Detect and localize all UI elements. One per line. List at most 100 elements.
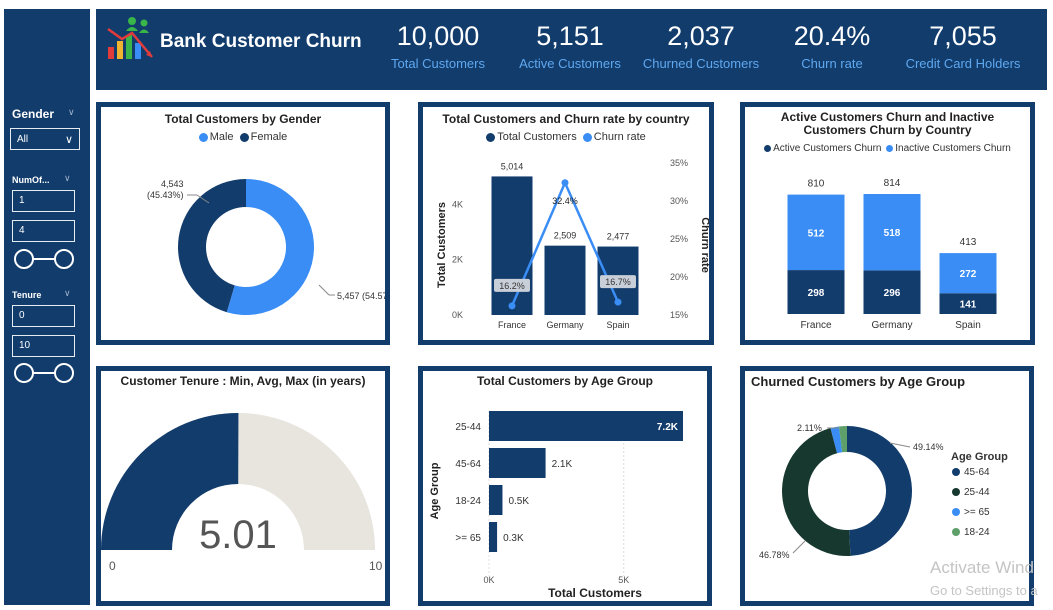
legend-label: >= 65 (964, 507, 990, 518)
chevron-down-icon[interactable]: ∨ (68, 107, 75, 118)
kpi-value: 20.4% (793, 21, 871, 51)
tenure-max-input[interactable]: 10 (12, 335, 75, 357)
data-label: (45.43%) (147, 190, 184, 200)
filter-sidebar: Gender ∨ All ∨ NumOf... ∨ 1 4 Tenure ∨ 0… (4, 9, 90, 605)
y2-tick-label: 25% (670, 234, 688, 244)
legend-label: Female (250, 131, 288, 143)
y-tick-label: >= 65 (455, 533, 481, 544)
country-chart-card: Total Customers and Churn rate by countr… (418, 102, 714, 345)
bar-total-customers (491, 176, 533, 315)
bar-value-label: 5,014 (501, 161, 524, 171)
bar-age-group (489, 411, 683, 441)
chevron-down-icon: ∨ (64, 133, 73, 146)
gauge-min-label: 0 (109, 559, 116, 573)
bar-total-customers (544, 245, 586, 315)
total-value-label: 810 (808, 179, 825, 190)
chart-legend: Male Female (101, 131, 385, 143)
kpi-label: Credit Card Holders (905, 56, 1021, 71)
dashboard-title: Bank Customer Churn (160, 31, 362, 52)
legend-label: Total Customers (497, 131, 577, 143)
bar-age-group (489, 522, 498, 552)
numof-slider-max-handle[interactable] (54, 249, 74, 269)
point-churn-rate (614, 298, 622, 306)
legend-swatch (952, 468, 960, 476)
y-tick-label: 18-24 (455, 496, 481, 507)
legend-swatch (198, 132, 208, 142)
gender-donut-chart: 5,457 (54.57%) 4,543(45.43%) (147, 179, 385, 315)
activate-windows-watermark: Activate Wind (930, 558, 1034, 577)
age-group-chart-card: Total Customers by Age Group 25-44 7.2K 45… (418, 366, 712, 606)
numof-max-input[interactable]: 4 (12, 220, 75, 242)
tenure-slider-min-handle[interactable] (14, 363, 34, 383)
y-tick-label: 25-44 (455, 422, 481, 433)
line-value-label: 16.2% (499, 281, 525, 291)
active-churn-stacked-chart: 298 512 810 France 296 518 814 Germany 141 272 413… (787, 178, 997, 331)
kpi-label: Total Customers (391, 56, 485, 71)
legend-label: Male (209, 131, 234, 143)
gender-filter-label: Gender (12, 107, 55, 121)
kpi-total-customers: 10,000 Total Customers (378, 21, 498, 71)
active-churn-chart-card: Active Customers Churn and Inactive Cust… (740, 102, 1035, 345)
kpi-value: 10,000 (396, 21, 480, 51)
churn-logo-icon (106, 15, 158, 63)
numof-slider-min-handle[interactable] (14, 249, 34, 269)
y2-tick-label: 30% (670, 196, 688, 206)
legend-swatch (239, 132, 249, 142)
legend-swatch (886, 144, 894, 152)
legend-label: Churn rate (593, 131, 646, 143)
chart-title: Customer Tenure : Min, Avg, Max (in year… (120, 374, 366, 388)
x-tick-label: Spain (606, 320, 629, 330)
kpi-label: Churned Customers (642, 56, 760, 71)
data-label: 49.14% (913, 442, 944, 452)
data-label: 46.78% (759, 550, 790, 560)
chevron-down-icon[interactable]: ∨ (64, 173, 71, 184)
kpi-active-customers: 5,151 Active Customers (510, 21, 630, 71)
legend-label: 25-44 (964, 487, 990, 498)
numof-min-input[interactable]: 1 (12, 190, 75, 212)
kpi-value: 2,037 (667, 21, 735, 51)
legend-swatch (952, 488, 960, 496)
data-label: 5,457 (54.57%) (337, 291, 385, 301)
segment-value-label: 298 (808, 288, 825, 299)
line-value-label: 32.4% (552, 196, 578, 206)
x-tick-label: Germany (546, 320, 584, 330)
segment-value-label: 272 (960, 269, 977, 280)
kpi-churn-rate: 20.4% Churn rate (772, 21, 892, 71)
bar-age-group (489, 485, 503, 515)
y-tick-label: 0K (452, 310, 463, 320)
gauge-value-label: 5.01 (199, 513, 277, 557)
gender-dropdown[interactable]: All ∨ (10, 128, 80, 150)
data-label: 4,543 (161, 179, 184, 189)
numof-filter-label: NumOf... (12, 175, 50, 185)
total-value-label: 814 (884, 178, 901, 189)
bar-value-label: 2.1K (552, 459, 573, 470)
x-tick-label: France (800, 320, 832, 331)
y-axis-label: Total Customers (436, 202, 448, 288)
x-tick-label: France (498, 320, 526, 330)
x-tick-label: 0K (483, 575, 494, 585)
gauge-mask (101, 550, 385, 601)
x-tick-label: 5K (618, 575, 629, 585)
bar-value-label: 7.2K (657, 422, 679, 433)
legend-label: Active Customers Churn (773, 143, 882, 154)
y-tick-label: 4K (452, 199, 463, 209)
bar-value-label: 0.3K (503, 533, 524, 544)
tenure-gauge-card: Customer Tenure : Min, Avg, Max (in year… (96, 366, 390, 606)
kpi-label: Active Customers (519, 56, 621, 71)
gender-dropdown-value: All (17, 133, 29, 145)
gender-chart-card: Total Customers by Gender Male Female 5,… (96, 102, 390, 345)
bar-value-label: 2,477 (607, 232, 630, 242)
tenure-min-input[interactable]: 0 (12, 305, 75, 327)
legend-label: Inactive Customers Churn (895, 143, 1011, 154)
chevron-down-icon[interactable]: ∨ (64, 288, 71, 299)
tenure-gauge-chart: 5.01 0 10 (101, 413, 385, 601)
data-label: 2.11% (797, 423, 822, 433)
legend-swatch (952, 508, 960, 516)
tenure-filter-label: Tenure (12, 290, 42, 300)
tenure-slider-max-handle[interactable] (54, 363, 74, 383)
bar-value-label: 0.5K (508, 496, 529, 507)
data-label-leader (792, 540, 806, 554)
x-tick-label: Germany (871, 320, 912, 331)
legend-swatch (582, 132, 592, 142)
y2-tick-label: 35% (670, 158, 688, 168)
